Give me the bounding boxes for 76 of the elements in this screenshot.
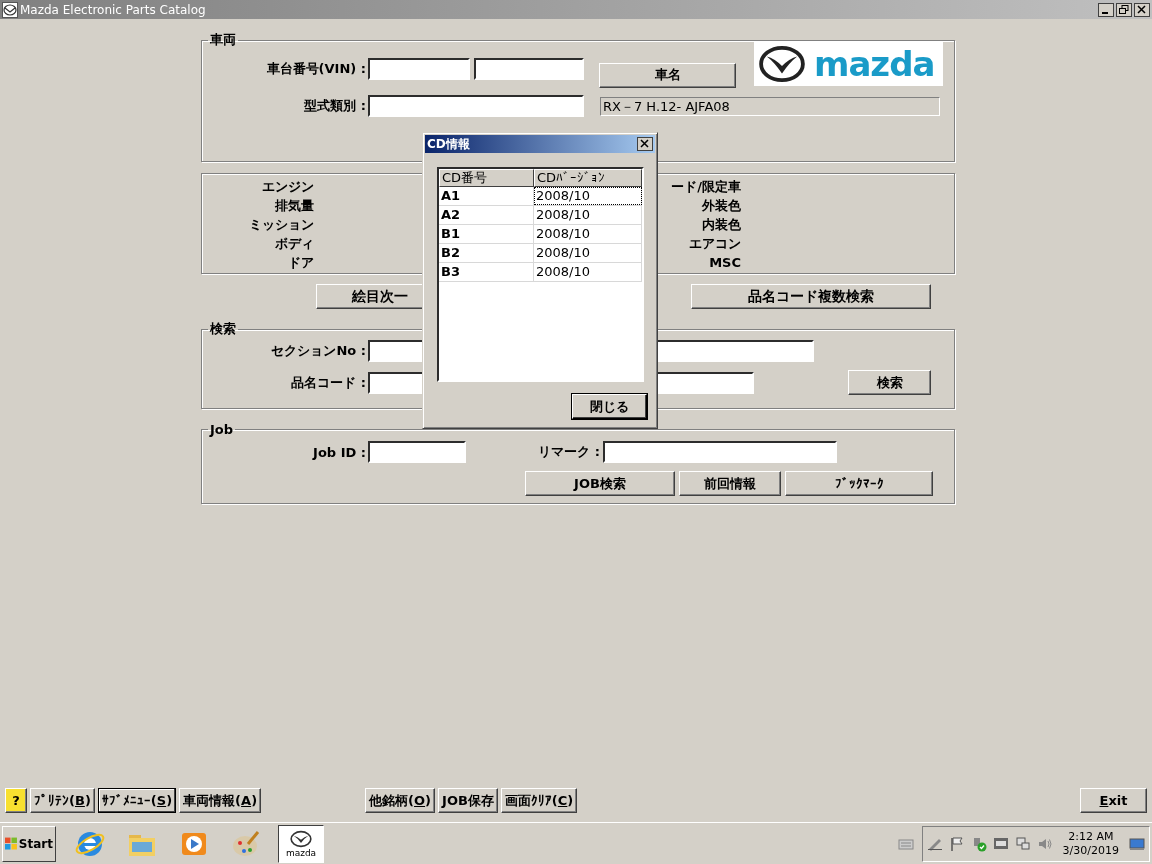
group-legend: 車両 <box>208 31 238 49</box>
table-cell: B3 <box>439 263 534 281</box>
flag-icon[interactable] <box>948 835 965 852</box>
toolbar-button[interactable]: ｻﾌﾞﾒﾆｭｰ(S) <box>97 788 177 813</box>
close-icon[interactable] <box>1134 2 1150 17</box>
vin-label: 車台番号(VIN) : <box>265 60 367 78</box>
model-label: 型式類別 : <box>303 97 367 115</box>
table-cell: A2 <box>439 206 534 224</box>
table-row[interactable]: A1 2008/10 <box>439 187 642 206</box>
section-label: セクションNo : <box>270 342 367 360</box>
toolbar-button[interactable]: 画面ｸﾘｱ(C) <box>500 788 578 813</box>
spec-label: 外装色 <box>702 197 741 215</box>
part-code-label: 品名コード : <box>290 373 367 392</box>
mazda-logo: mazda <box>754 42 943 86</box>
window-title: Mazda Electronic Parts Catalog <box>20 2 207 17</box>
minimize-icon[interactable] <box>1098 2 1114 17</box>
column-header[interactable]: CD番号 <box>439 169 534 187</box>
table-cell: 2008/10 <box>534 263 642 281</box>
close-button[interactable]: 閉じる <box>572 394 647 419</box>
table-cell: B2 <box>439 244 534 262</box>
group-legend: 検索 <box>208 320 238 338</box>
spec-label: ドア <box>288 254 314 272</box>
spec-label: エンジン <box>262 178 314 196</box>
spec-label: MSC <box>709 254 741 272</box>
clock-date: 3/30/2019 <box>1062 843 1119 858</box>
table-cell: 2008/10 <box>534 206 642 224</box>
job-button[interactable]: ﾌﾞｯｸﾏｰｸ <box>785 471 933 496</box>
spec-label: 内装色 <box>702 216 741 234</box>
table-row[interactable]: A2 2008/10 <box>439 206 642 225</box>
table-cell: 2008/10 <box>534 187 642 205</box>
app-logo-icon <box>2 1 18 18</box>
help-button[interactable]: ? <box>5 788 27 813</box>
job-id-field[interactable] <box>368 441 466 463</box>
group-legend: Job <box>208 422 236 437</box>
column-header[interactable]: CDﾊﾞｰｼﾞｮﾝ <box>534 169 642 187</box>
toolbar-button[interactable]: 車両情報(A) <box>179 788 262 813</box>
network-icon[interactable] <box>1014 835 1031 852</box>
table-row[interactable]: B1 2008/10 <box>439 225 642 244</box>
table-cell: B1 <box>439 225 534 243</box>
table-row[interactable]: B2 2008/10 <box>439 244 642 263</box>
table-cell: 2008/10 <box>534 244 642 262</box>
close-icon[interactable] <box>637 137 653 151</box>
windows-logo-icon <box>5 836 18 851</box>
toolbar-button[interactable]: ﾌﾟﾘﾃﾝ(B) <box>30 788 95 813</box>
toolbar-button[interactable]: 他銘柄(O) <box>365 788 436 813</box>
vin-field[interactable] <box>368 58 470 80</box>
start-button[interactable]: Start <box>2 825 56 862</box>
search-button[interactable]: 検索 <box>848 370 931 395</box>
remark-field[interactable] <box>603 441 837 463</box>
spec-label: 排気量 <box>275 197 314 215</box>
mazda-emblem-icon <box>288 829 314 848</box>
spec-label: ード/限定車 <box>671 178 741 196</box>
vin-field[interactable] <box>474 58 584 80</box>
exit-button[interactable]: Exit <box>1080 788 1147 813</box>
table-row[interactable]: B3 2008/10 <box>439 263 642 282</box>
table-cell: 2008/10 <box>534 225 642 243</box>
vm-icon[interactable] <box>992 835 1009 852</box>
car-name-value: RX－7 H.12- AJFA08 <box>600 96 940 116</box>
remark-label: リマーク : <box>537 443 601 461</box>
taskbar-app[interactable]: mazda <box>278 824 324 863</box>
show-desktop-icon[interactable] <box>1129 836 1145 851</box>
restore-icon[interactable] <box>1116 2 1132 17</box>
job-button[interactable]: JOB検索 <box>525 471 675 496</box>
job-button[interactable]: 前回情報 <box>679 471 781 496</box>
toolbar-button[interactable]: JOB保存 <box>438 788 498 813</box>
table-cell: A1 <box>439 187 534 205</box>
multi-search-button[interactable]: 品名コード複数検索 <box>691 284 931 309</box>
spec-label: ボディ <box>275 235 314 253</box>
car-name-button[interactable]: 車名 <box>599 62 736 88</box>
dialog-title: CD情報 <box>427 135 471 153</box>
job-id-label: Job ID : <box>311 444 367 460</box>
spec-label: ミッション <box>249 216 314 234</box>
clock-time: 2:12 AM <box>1068 829 1114 844</box>
mazda-emblem-icon <box>758 45 806 83</box>
spec-label: エアコン <box>689 235 741 253</box>
model-field[interactable] <box>368 95 584 117</box>
